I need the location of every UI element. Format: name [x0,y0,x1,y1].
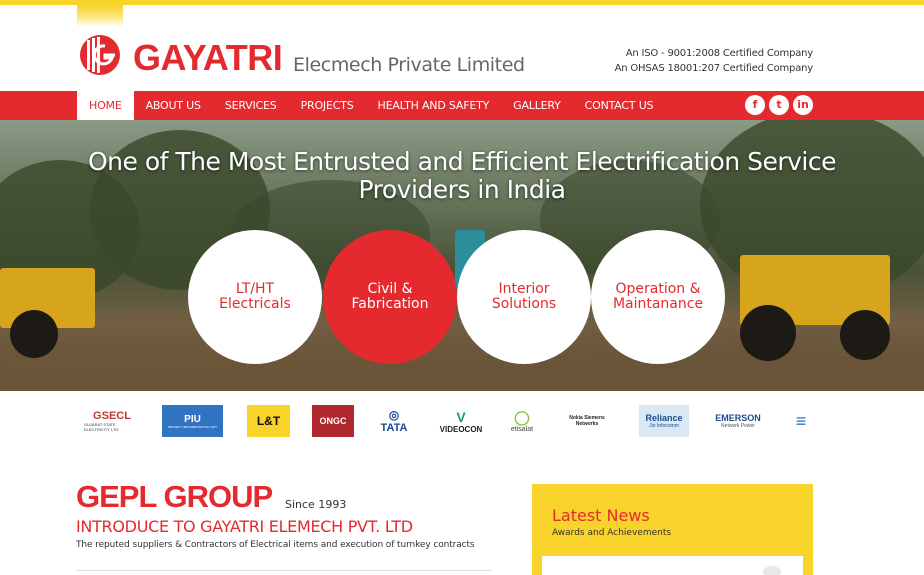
nav-health-and-safety[interactable]: HEALTH AND SAFETY [366,91,502,120]
nav-contact-us[interactable]: CONTACT US [573,91,666,120]
etisalat-swirl-icon: ◯ [514,409,530,425]
service-label: LT/HT [235,281,275,297]
client-caption: PROJECT IMPLEMENTATION UNIT [168,424,217,429]
news-subtitle: Awards and Achievements [552,528,672,538]
hero-title: One of The Most Entrusted and Efficient … [0,148,924,204]
nav-about-us[interactable]: ABOUT US [134,91,213,120]
client-logos: GSECL GUJARAT STATE ELECTRICITY LTD. PIU… [0,391,924,453]
since-label: Since 1993 [285,498,347,511]
client-logo-etisalat[interactable]: ◯ etisalat [506,405,538,437]
certification-info: An ISO - 9001:2008 Certified Company An … [614,46,814,76]
client-caption: Network Power [721,423,755,429]
client-name: ONGC [319,416,347,426]
client-name: GSECL [93,410,131,422]
client-name: VIDEOCON [439,424,483,434]
facebook-icon[interactable]: f [745,95,765,115]
company-tagline: The reputed suppliers & Contractors of E… [76,540,475,550]
nav-home[interactable]: HOME [77,91,134,120]
service-label: Interior [498,281,550,297]
client-name: L&T [256,414,281,428]
service-label: Maintanance [612,296,704,312]
client-name: TATA [380,422,408,434]
news-title: Latest News [552,506,650,525]
main-nav: HOME ABOUT US SERVICES PROJECTS HEALTH A… [0,91,924,120]
service-civil-fabrication[interactable]: Civil & Fabrication [323,230,457,364]
service-label: Fabrication [351,296,429,312]
twitter-icon[interactable]: t [769,95,789,115]
client-logo-partial[interactable]: ≡ [790,405,812,437]
hero-title-line1: One of The Most Entrusted and Efficient … [88,147,837,176]
client-logo-lt[interactable]: L&T [247,405,290,437]
hero-title-line2: Providers in India [358,175,567,204]
client-logo-gsecl[interactable]: GSECL GUJARAT STATE ELECTRICITY LTD. [84,405,140,437]
latest-news-panel: Latest News Awards and Achievements [532,484,813,575]
client-logo-emerson[interactable]: EMERSON Network Power [710,405,766,437]
top-accent-stripe [0,0,924,5]
linkedin-icon[interactable]: in [793,95,813,115]
client-logo-videocon[interactable]: V VIDEOCON [434,405,488,437]
client-name: Reliance [645,413,683,423]
client-name: etisalat [510,426,534,433]
client-logo-tata[interactable]: ◎ TATA [376,405,412,437]
section-divider [76,570,492,571]
service-lt-ht-electricals[interactable]: LT/HT Electricals [188,230,322,364]
brand-name[interactable]: GAYATRI [133,36,283,80]
service-label: Civil & [367,281,413,297]
client-logo-ongc[interactable]: ONGC [312,405,354,437]
cert-iso: An ISO - 9001:2008 Certified Company [625,48,813,59]
nav-services[interactable]: SERVICES [213,91,289,120]
client-logo-nokia-siemens[interactable]: Nokia Siemens Networks [558,405,616,437]
client-name: EMERSON [715,413,761,423]
nav-gallery[interactable]: GALLERY [501,91,573,120]
news-card[interactable] [542,556,803,575]
client-caption: GUJARAT STATE ELECTRICITY LTD. [84,422,120,432]
service-label: Electricals [219,296,291,312]
videocon-v-icon: V [456,408,466,425]
service-interior-solutions[interactable]: Interior Solutions [457,230,591,364]
cert-ohsas: An OHSAS 18001:207 Certified Company [614,63,814,74]
gayatri-logo-icon[interactable] [79,34,121,76]
social-links: f t in [745,95,813,115]
client-caption: Jio Infocomm [649,423,679,429]
tata-emblem-icon: ◎ [388,408,400,422]
service-label: Solutions [491,296,557,312]
group-title: GEPL GROUP [76,479,273,514]
partial-logo-icon: ≡ [795,410,807,431]
nav-projects[interactable]: PROJECTS [289,91,366,120]
brand-subtitle: Elecmech Private Limited [293,54,525,76]
client-logo-reliance[interactable]: Reliance Jio Infocomm [639,405,689,437]
service-label: Operation & [615,281,701,297]
client-logo-piu[interactable]: PIU PROJECT IMPLEMENTATION UNIT [162,405,223,437]
client-name: PIU [184,413,201,425]
news-thumbnail [763,566,781,575]
client-name: Nokia Siemens Networks [569,415,605,427]
service-operation-maintenance[interactable]: Operation & Maintanance [591,230,725,364]
introduce-heading: INTRODUCE TO GAYATRI ELEMECH PVT. LTD [76,517,413,536]
logo-accent-tab [77,5,123,27]
